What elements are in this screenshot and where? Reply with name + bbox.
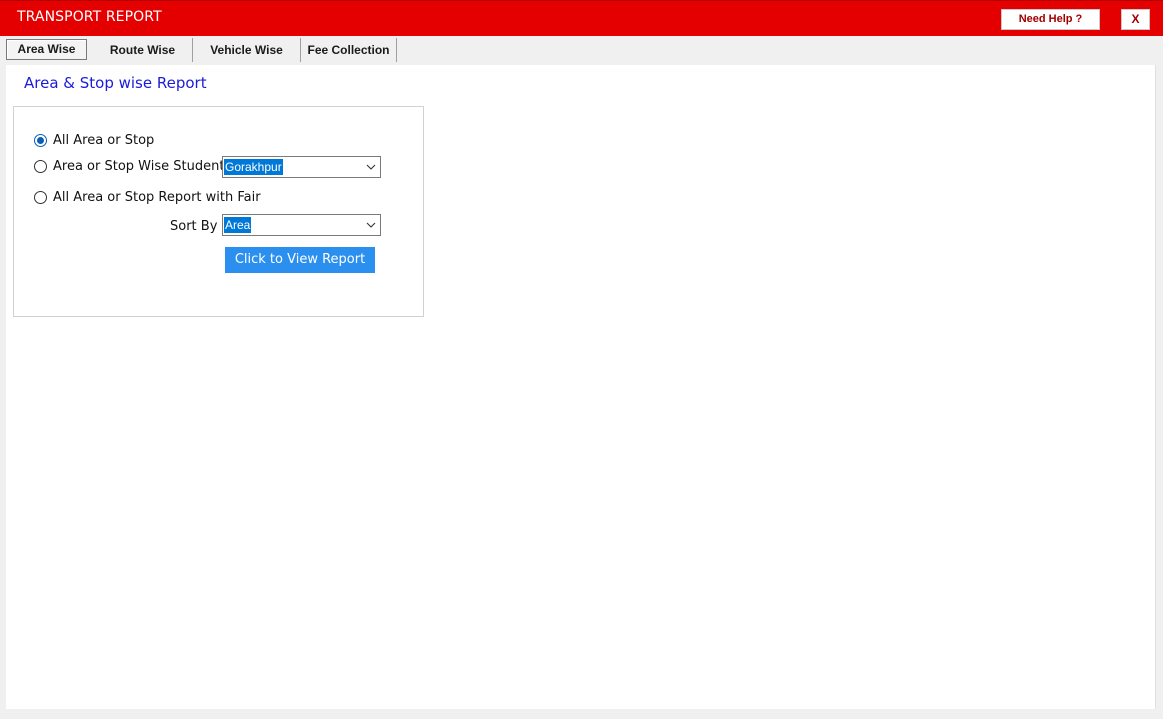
radio-button-checked[interactable] — [34, 133, 47, 147]
transport-report-window: TRANSPORT REPORT Need Help ? X Area Wise… — [0, 0, 1163, 719]
report-heading: Area & Stop wise Report — [24, 74, 207, 92]
tab-area-wise[interactable]: Area Wise — [6, 39, 87, 60]
option-label: All Area or Stop Report with Fair — [53, 189, 261, 205]
close-button[interactable]: X — [1121, 9, 1150, 30]
option-all-area-or-stop[interactable]: All Area or Stop — [34, 131, 154, 149]
sort-by-select[interactable]: Area — [222, 214, 381, 236]
chevron-down-icon — [366, 164, 376, 170]
chevron-down-icon — [366, 222, 376, 228]
view-report-button[interactable]: Click to View Report — [225, 247, 375, 273]
report-tabs: Area Wise Route Wise Vehicle Wise Fee Co… — [0, 36, 1163, 64]
window-title: TRANSPORT REPORT — [17, 9, 162, 25]
need-help-button[interactable]: Need Help ? — [1001, 9, 1100, 30]
tab-vehicle-wise[interactable]: Vehicle Wise — [193, 38, 301, 62]
tab-route-wise[interactable]: Route Wise — [93, 38, 193, 62]
area-stop-select-value: Gorakhpur — [224, 159, 283, 175]
tab-content-area: Area & Stop wise Report All Area or Stop… — [6, 65, 1156, 709]
radio-button[interactable] — [34, 159, 47, 173]
tab-fee-collection[interactable]: Fee Collection — [301, 38, 397, 62]
report-options-panel: All Area or Stop Area or Stop Wise Stude… — [13, 106, 424, 317]
option-all-area-or-stop-report-with-fair[interactable]: All Area or Stop Report with Fair — [34, 188, 261, 206]
title-bar: TRANSPORT REPORT Need Help ? X — [0, 0, 1163, 36]
option-label: All Area or Stop — [53, 132, 155, 148]
sort-by-select-value: Area — [224, 217, 252, 233]
radio-button[interactable] — [34, 190, 47, 204]
sort-by-label: Sort By — [170, 219, 218, 234]
area-stop-select[interactable]: Gorakhpur — [222, 156, 381, 178]
option-area-or-stop-wise-student[interactable]: Area or Stop Wise Student — [34, 157, 224, 175]
window-bottom-border — [0, 709, 1163, 719]
option-label: Area or Stop Wise Student — [53, 158, 225, 174]
